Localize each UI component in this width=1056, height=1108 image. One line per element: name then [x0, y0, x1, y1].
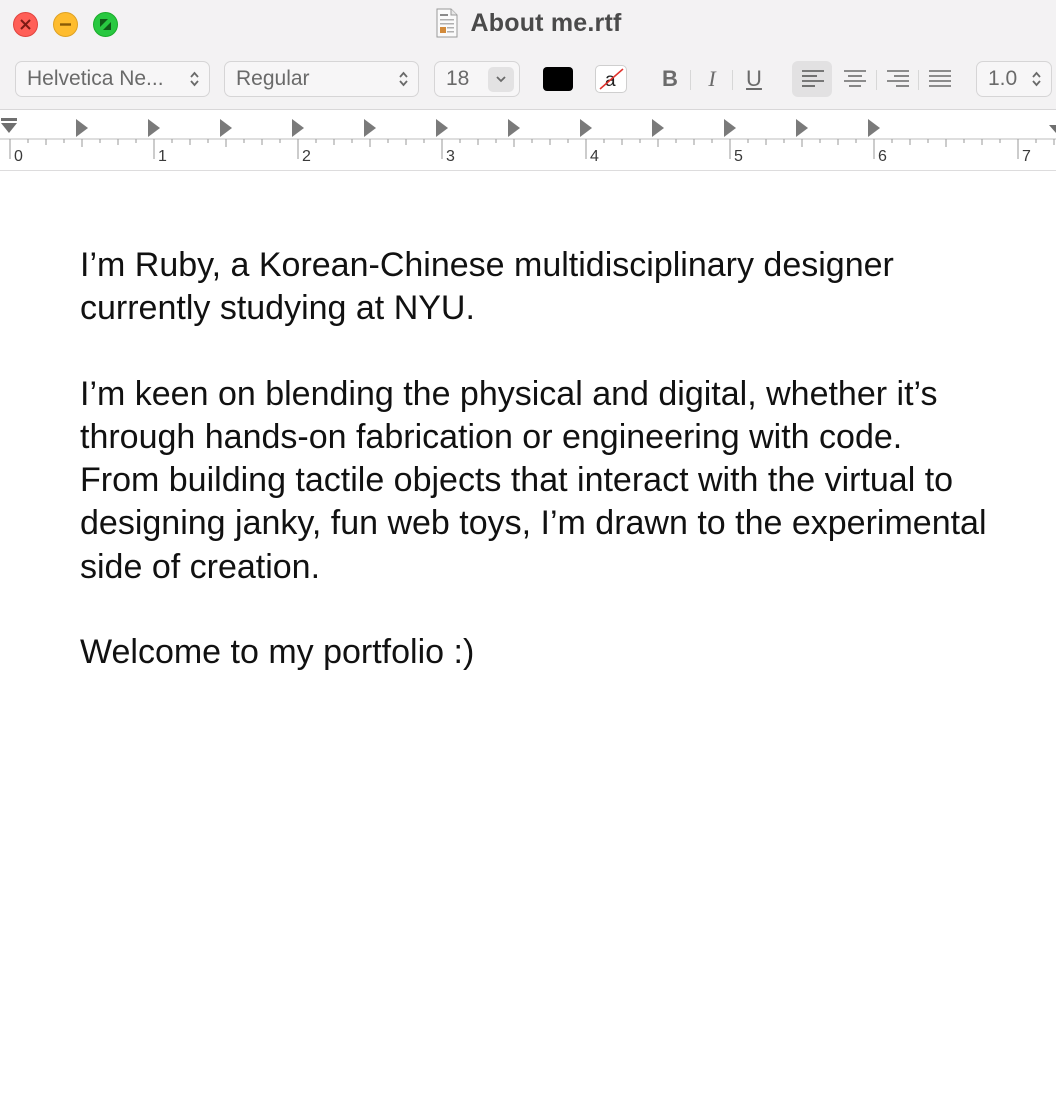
font-size-dropdown-button[interactable]	[488, 67, 514, 92]
font-style-popup[interactable]: Regular	[224, 61, 419, 97]
tab-stop-marker[interactable]	[796, 119, 808, 137]
ruler-number: 6	[878, 148, 887, 165]
tab-stop-marker[interactable]	[148, 119, 160, 137]
align-right-button[interactable]	[877, 61, 917, 97]
ruler-number: 3	[446, 148, 455, 165]
tab-stop-marker[interactable]	[220, 119, 232, 137]
rtf-document-icon	[435, 8, 459, 38]
tab-stop-marker[interactable]	[508, 119, 520, 137]
ruler-number: 0	[14, 148, 23, 165]
document-text[interactable]: I’m Ruby, a Korean-Chinese multidiscipli…	[80, 244, 990, 674]
paragraph[interactable]: I’m keen on blending the physical and di…	[80, 373, 990, 589]
ruler[interactable]: 0 1 2 3 4 5 6 7	[0, 111, 1056, 171]
tab-stop-marker[interactable]	[76, 119, 88, 137]
text-color-well[interactable]	[543, 67, 573, 91]
font-family-value: Helvetica Ne...	[27, 67, 164, 90]
no-background-color-icon: a	[599, 68, 624, 91]
tab-stop-marker[interactable]	[868, 119, 880, 137]
tab-stop-marker[interactable]	[364, 119, 376, 137]
updown-chevron-icon	[190, 71, 199, 87]
document-editor[interactable]: I’m Ruby, a Korean-Chinese multidiscipli…	[0, 172, 1056, 1108]
align-right-icon	[887, 70, 909, 87]
window-title-bar: About me.rtf	[0, 7, 1056, 39]
ruler-number: 1	[158, 148, 167, 165]
paragraph[interactable]: I’m Ruby, a Korean-Chinese multidiscipli…	[80, 244, 990, 331]
text-background-color-well[interactable]: a	[595, 65, 627, 93]
paragraph[interactable]: Welcome to my portfolio :)	[80, 631, 990, 674]
title-toolbar-area: About me.rtf Helvetica Ne... Regular 18	[0, 0, 1056, 110]
italic-button[interactable]: I	[699, 62, 725, 96]
tab-stop-marker[interactable]	[292, 119, 304, 137]
toolbar-separator	[690, 70, 691, 90]
tab-stop-marker[interactable]	[580, 119, 592, 137]
align-center-icon	[844, 70, 866, 87]
toolbar-separator	[732, 70, 733, 90]
window-title: About me.rtf	[470, 8, 622, 37]
underline-button[interactable]: U	[741, 62, 767, 96]
font-family-popup[interactable]: Helvetica Ne...	[15, 61, 210, 97]
line-spacing-value: 1.0	[988, 67, 1018, 90]
ruler-number: 4	[590, 148, 599, 165]
align-left-icon	[802, 70, 824, 87]
align-left-button[interactable]	[792, 61, 832, 97]
tab-stop-marker[interactable]	[652, 119, 664, 137]
bold-button[interactable]: B	[657, 62, 683, 96]
updown-chevron-icon	[399, 71, 408, 87]
tab-stop-marker[interactable]	[724, 119, 736, 137]
indent-marker[interactable]	[1, 118, 17, 133]
line-spacing-popup[interactable]: 1.0	[976, 61, 1052, 97]
ruler-number: 7	[1022, 148, 1031, 165]
font-size-combo[interactable]: 18	[434, 61, 520, 97]
align-center-button[interactable]	[834, 61, 874, 97]
updown-chevron-icon	[1032, 71, 1041, 87]
textedit-window: About me.rtf Helvetica Ne... Regular 18	[0, 0, 1056, 1108]
chevron-down-icon	[496, 76, 506, 83]
justify-button[interactable]	[919, 61, 959, 97]
right-margin-marker[interactable]	[1049, 125, 1056, 133]
ruler-number: 2	[302, 148, 311, 165]
justify-icon	[929, 70, 951, 87]
font-style-value: Regular	[236, 67, 310, 90]
ruler-number: 5	[734, 148, 743, 165]
font-size-value[interactable]: 18	[446, 67, 469, 91]
tab-stop-marker[interactable]	[436, 119, 448, 137]
